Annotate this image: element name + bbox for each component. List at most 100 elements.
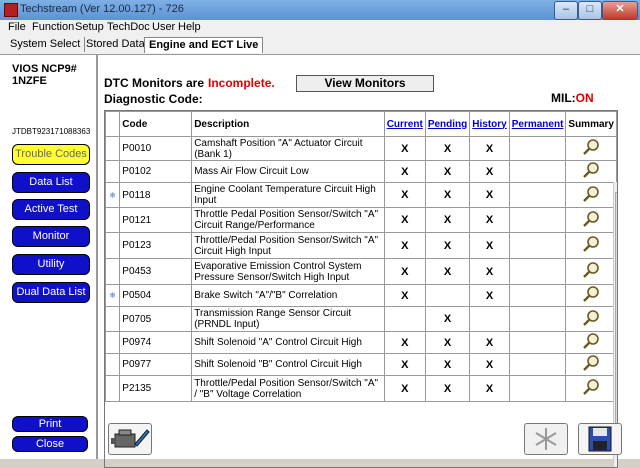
dtc-current: X [383, 375, 426, 402]
maximize-button[interactable]: □ [578, 1, 602, 20]
title-bar: Techstream (Ver 12.00.127) - 726 – □ ✕ [0, 0, 640, 20]
dtc-pending: X [424, 353, 471, 376]
row-marker [105, 136, 121, 161]
dtc-row[interactable]: P0705 Transmission Range Sensor Circuit (… [105, 306, 617, 332]
monitor-button[interactable]: Monitor [12, 226, 90, 247]
column-current[interactable]: Current [383, 111, 426, 137]
dtc-description: Throttle Pedal Position Sensor/Switch "A… [191, 207, 385, 233]
summary-magnifier-icon[interactable] [565, 207, 617, 233]
dtc-current: X [383, 331, 426, 354]
menu-user[interactable]: User [152, 21, 175, 33]
menu-bar: File Function Setup TechDoc User Help [0, 20, 640, 35]
dtc-pending: X [424, 136, 471, 161]
dtc-current: X [383, 160, 426, 183]
diagnostic-code-label: Diagnostic Code: [104, 92, 203, 106]
save-icon[interactable] [578, 423, 622, 455]
dtc-row[interactable]: P0977 Shift Solenoid "B" Control Circuit … [105, 353, 617, 376]
dtc-monitor-status: DTC Monitors are Incomplete. [104, 76, 275, 90]
tab-engine-ect-live[interactable]: Engine and ECT Live [144, 37, 264, 53]
row-marker [105, 207, 121, 233]
summary-magnifier-icon[interactable] [565, 182, 617, 208]
column-pending[interactable]: Pending [424, 111, 471, 137]
dtc-table: Code Description Current Pending History… [104, 110, 618, 468]
menu-techdoc[interactable]: TechDoc [107, 21, 150, 33]
mil-indicator: MIL:ON [551, 91, 594, 105]
row-marker [105, 258, 121, 285]
menu-setup[interactable]: Setup [75, 21, 104, 33]
dtc-permanent [508, 306, 567, 332]
column-history[interactable]: History [469, 111, 510, 137]
dtc-description: Brake Switch "A"/"B" Correlation [191, 284, 385, 307]
summary-magnifier-icon[interactable] [565, 232, 617, 259]
trouble-codes-button[interactable]: Trouble Codes [12, 144, 90, 165]
tab-stored-data[interactable]: Stored Data [82, 37, 150, 52]
summary-magnifier-icon[interactable] [565, 160, 617, 183]
summary-magnifier-icon[interactable] [565, 353, 617, 376]
dual-data-list-button[interactable]: Dual Data List [12, 282, 90, 303]
dtc-row[interactable]: P2135 Throttle/Pedal Position Sensor/Swit… [105, 375, 617, 402]
dtc-permanent [508, 182, 567, 208]
dtc-row[interactable]: P0974 Shift Solenoid "A" Control Circuit … [105, 331, 617, 354]
dtc-row[interactable]: P0453 Evaporative Emission Control System… [105, 258, 617, 285]
dtc-history [469, 306, 510, 332]
dtc-code: P0705 [119, 306, 193, 332]
dtc-history: X [469, 232, 510, 259]
utility-button[interactable]: Utility [12, 254, 90, 275]
dtc-description: Camshaft Position "A" Actuator Circuit (… [191, 136, 385, 161]
vehicle-engine: 1NZFE [12, 75, 47, 87]
print-button[interactable]: Print [12, 416, 88, 432]
app-icon [4, 3, 18, 17]
active-test-button[interactable]: Active Test [12, 199, 90, 220]
menu-help[interactable]: Help [178, 21, 201, 33]
dtc-row[interactable]: P0123 Throttle/Pedal Position Sensor/Swit… [105, 232, 617, 259]
dtc-row[interactable]: P0010 Camshaft Position "A" Actuator Circ… [105, 136, 617, 161]
menu-function[interactable]: Function [32, 21, 74, 33]
data-list-button[interactable]: Data List [12, 172, 90, 193]
summary-magnifier-icon[interactable] [565, 258, 617, 285]
scrollbar-thumb[interactable] [615, 192, 617, 424]
dtc-current: X [383, 136, 426, 161]
scroll-up-icon[interactable]: ▲ [616, 182, 617, 189]
column-summary: Summary [565, 111, 617, 137]
dtc-description: Throttle/Pedal Position Sensor/Switch "A… [191, 232, 385, 259]
summary-magnifier-icon[interactable] [565, 375, 617, 402]
summary-magnifier-icon[interactable] [565, 136, 617, 161]
close-button[interactable]: Close [12, 436, 88, 452]
dtc-row[interactable]: P0102 Mass Air Flow Circuit Low X X X [105, 160, 617, 183]
summary-magnifier-icon[interactable] [565, 331, 617, 354]
dtc-code: P0118 [119, 182, 193, 208]
vehicle-info: VIOS NCP9# 1NZFE [12, 63, 77, 87]
summary-magnifier-icon[interactable] [565, 284, 617, 307]
engine-diagnostic-icon[interactable] [108, 423, 152, 455]
row-marker [105, 232, 121, 259]
dtc-history: X [469, 136, 510, 161]
dtc-row[interactable]: ❄ P0504 Brake Switch "A"/"B" Correlation X X [105, 284, 617, 307]
dtc-code: P0974 [119, 331, 193, 354]
mil-label: MIL: [551, 91, 576, 105]
tab-system-select[interactable]: System Select [6, 37, 86, 52]
dtc-history: X [469, 207, 510, 233]
menu-file[interactable]: File [8, 21, 26, 33]
mil-value: ON [575, 91, 594, 105]
dtc-row[interactable]: P0121 Throttle Pedal Position Sensor/Swit… [105, 207, 617, 233]
dtc-permanent [508, 284, 567, 307]
vin: JTDBT923171088363 [12, 127, 91, 136]
summary-magnifier-icon[interactable] [565, 306, 617, 332]
dtc-history: X [469, 284, 510, 307]
dtc-pending: X [424, 182, 471, 208]
row-marker [105, 375, 121, 402]
close-window-button[interactable]: ✕ [602, 1, 638, 20]
dtc-row[interactable]: ❄ P0118 Engine Coolant Temperature Circuit… [105, 182, 617, 208]
dtc-code: P2135 [119, 375, 193, 402]
view-monitors-button[interactable]: View Monitors [296, 75, 434, 92]
freeze-frame-icon[interactable] [524, 423, 568, 455]
dtc-pending: X [424, 207, 471, 233]
dtc-description: Shift Solenoid "B" Control Circuit High [191, 353, 385, 376]
dtc-pending: X [424, 331, 471, 354]
dtc-pending [424, 284, 471, 307]
column-description: Description [191, 111, 385, 137]
column-permanent[interactable]: Permanent [508, 111, 567, 137]
dtc-current [383, 306, 426, 332]
dtc-permanent [508, 375, 567, 402]
minimize-button[interactable]: – [554, 1, 578, 20]
